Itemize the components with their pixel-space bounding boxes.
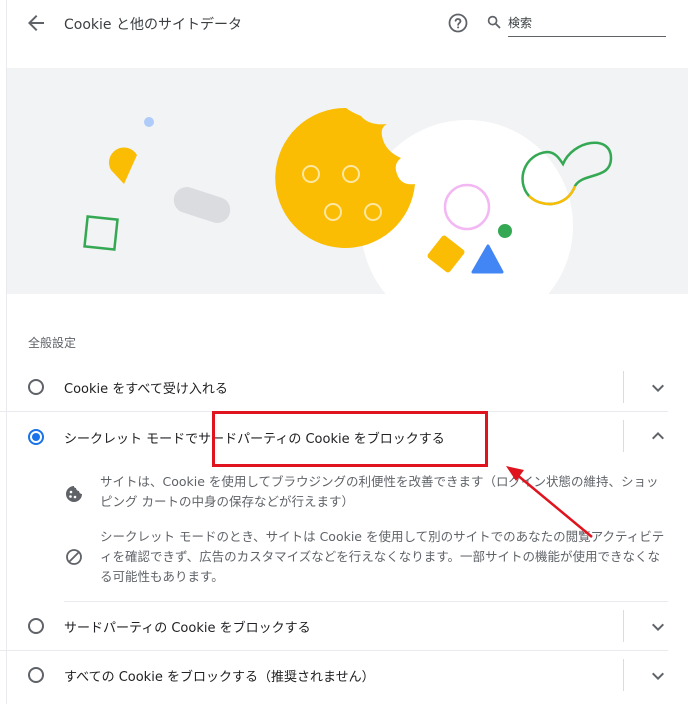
section-label: 全般設定 [28, 336, 77, 350]
radio-allow-all[interactable] [28, 379, 44, 395]
page-header: Cookie と他のサイトデータ [0, 0, 688, 50]
collapse-button[interactable] [646, 424, 670, 448]
option-label: すべての Cookie をブロックする（推奨されません） [64, 670, 375, 685]
back-button[interactable] [24, 11, 48, 35]
option-label: Cookie をすべて受け入れる [64, 382, 228, 397]
block-icon [64, 547, 84, 567]
cookie-illustration [7, 68, 688, 294]
detail-text-benefits: サイトは、Cookie を使用してブラウジングの利便性を改善できます（ログイン状… [100, 474, 659, 509]
divider [623, 371, 624, 403]
arrow-back-icon [28, 15, 44, 31]
cookie-art-icon [83, 107, 613, 294]
divider [623, 420, 624, 452]
divider [623, 610, 624, 642]
detail-text-restrictions: シークレット モードのとき、サイトは Cookie を使用して別のサイトでのあな… [100, 529, 665, 584]
expand-button[interactable] [646, 375, 670, 399]
search-input[interactable] [508, 12, 666, 37]
help-circle-icon [448, 13, 468, 33]
chevron-up-icon [652, 432, 664, 440]
expand-button[interactable] [646, 663, 670, 687]
option-block-all-cookies[interactable]: すべての Cookie をブロックする（推奨されません） [0, 651, 688, 699]
search-icon [487, 15, 501, 29]
cookie-icon [64, 484, 84, 504]
radio-block-third-party-incognito[interactable] [28, 429, 44, 445]
expand-button[interactable] [646, 614, 670, 638]
chevron-down-icon [652, 672, 664, 680]
radio-block-all[interactable] [28, 667, 44, 683]
option-block-third-party[interactable]: サードパーティの Cookie をブロックする [0, 602, 688, 650]
option-label: サードパーティの Cookie をブロックする [64, 621, 311, 636]
radio-block-third-party[interactable] [28, 618, 44, 634]
option-block-third-party-incognito[interactable]: シークレット モードでサードパーティの Cookie をブロックする [0, 412, 688, 460]
help-button[interactable] [446, 11, 470, 35]
option-allow-all-cookies[interactable]: Cookie をすべて受け入れる [0, 363, 688, 411]
option-label: シークレット モードでサードパーティの Cookie をブロックする [64, 432, 445, 447]
page-title: Cookie と他のサイトデータ [64, 17, 242, 33]
divider [623, 659, 624, 691]
chevron-down-icon [652, 623, 664, 631]
chevron-down-icon [652, 384, 664, 392]
